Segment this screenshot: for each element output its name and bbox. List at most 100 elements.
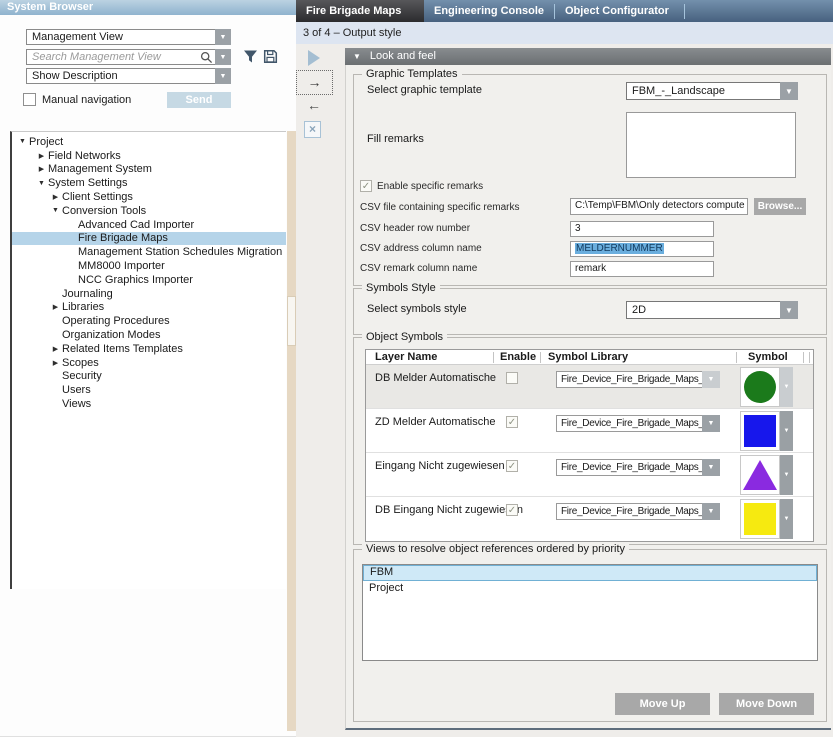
- enable-checkbox[interactable]: ✓: [506, 460, 518, 472]
- browse-button[interactable]: Browse...: [754, 198, 806, 215]
- back-arrow-button[interactable]: ←: [307, 97, 321, 113]
- tree-expander-icon[interactable]: ▶: [49, 359, 62, 367]
- move-up-button[interactable]: Move Up: [615, 693, 710, 715]
- tree-item[interactable]: ▼Project: [12, 135, 286, 149]
- send-button[interactable]: Send: [167, 92, 231, 108]
- chevron-down-icon[interactable]: ▼: [702, 459, 720, 476]
- csv-address-input[interactable]: MELDERNUMMER: [570, 241, 714, 257]
- table-row[interactable]: DB Melder Automatische Fire_Device_Fire_…: [366, 365, 813, 409]
- tree-expander-icon[interactable]: ▶: [49, 345, 62, 353]
- tree-expander-icon[interactable]: ▶: [49, 193, 62, 201]
- chevron-down-icon[interactable]: ▼: [780, 301, 798, 319]
- tree-expander-icon[interactable]: ▶: [49, 303, 62, 311]
- enable-checkbox[interactable]: ✓: [506, 416, 518, 428]
- symbol-library-dropdown[interactable]: Fire_Device_Fire_Brigade_Maps_HQ_1 ▼: [556, 371, 720, 388]
- chevron-down-icon[interactable]: ▼: [780, 82, 798, 100]
- filter-icon[interactable]: [243, 49, 259, 65]
- show-description-dropdown[interactable]: Show Description ▼: [26, 68, 231, 84]
- list-item[interactable]: Project: [363, 581, 817, 597]
- symbol-library-dropdown[interactable]: Fire_Device_Fire_Brigade_Maps_HQ_1 ▼: [556, 503, 720, 520]
- tree-item[interactable]: ▶Related Items Templates: [12, 342, 286, 356]
- tree-item[interactable]: ▶Management System: [12, 163, 286, 177]
- close-button[interactable]: ×: [304, 121, 321, 138]
- management-view-dropdown[interactable]: Management View ▼: [26, 29, 231, 45]
- symbol-picker[interactable]: ▼: [740, 455, 793, 495]
- tree-item[interactable]: ▼Conversion Tools: [12, 204, 286, 218]
- tree-item[interactable]: NCC Graphics Importer: [12, 273, 286, 287]
- scrollbar-thumb[interactable]: [287, 296, 296, 346]
- play-arrow-icon[interactable]: [308, 50, 320, 66]
- enable-checkbox[interactable]: ✓: [506, 504, 518, 516]
- csv-remark-input[interactable]: remark: [570, 261, 714, 277]
- section-body: Graphic Templates Select graphic templat…: [345, 65, 831, 730]
- graphic-template-dropdown[interactable]: FBM_-_Landscape ▼: [626, 82, 798, 100]
- tree-item[interactable]: Security: [12, 370, 286, 384]
- tree-scrollbar[interactable]: [287, 131, 296, 731]
- tree-item[interactable]: Organization Modes: [12, 328, 286, 342]
- tree-item[interactable]: Views: [12, 397, 286, 411]
- tree-item[interactable]: MM8000 Importer: [12, 259, 286, 273]
- list-item-selected[interactable]: FBM: [363, 565, 817, 581]
- search-box[interactable]: Search Management View ▼: [26, 49, 231, 65]
- object-symbols-table: Layer Name Enable Symbol Library Symbol …: [365, 349, 814, 542]
- fill-remarks-textarea[interactable]: [626, 112, 796, 178]
- symbol-picker[interactable]: ▼: [740, 499, 793, 539]
- tree-item[interactable]: ▶Libraries: [12, 301, 286, 315]
- tree-item[interactable]: ▶Field Networks: [12, 149, 286, 163]
- symbol-preview: [740, 455, 780, 495]
- tree-expander-icon[interactable]: ▶: [35, 165, 48, 173]
- selected-text: MELDERNUMMER: [575, 243, 664, 254]
- symbol-library-value: Fire_Device_Fire_Brigade_Maps_HQ_1: [556, 415, 702, 432]
- chevron-down-icon[interactable]: ▼: [215, 29, 231, 45]
- tab-engineering-console[interactable]: Engineering Console: [424, 0, 554, 22]
- save-icon[interactable]: [263, 49, 279, 65]
- chevron-down-icon[interactable]: ▼: [780, 499, 793, 539]
- symbols-style-label: Select symbols style: [367, 303, 467, 315]
- tree-expander-icon[interactable]: ▼: [16, 138, 29, 145]
- move-down-button[interactable]: Move Down: [719, 693, 814, 715]
- symbol-library-dropdown[interactable]: Fire_Device_Fire_Brigade_Maps_HQ_1 ▼: [556, 415, 720, 432]
- manual-navigation-checkbox[interactable]: [23, 93, 36, 106]
- management-view-value: Management View: [26, 29, 215, 45]
- table-row[interactable]: DB Eingang Nicht zugewiesen ✓ Fire_Devic…: [366, 497, 813, 541]
- tab-object-configurator[interactable]: Object Configurator: [555, 0, 684, 22]
- csv-header-input[interactable]: 3: [570, 221, 714, 237]
- forward-arrow-button[interactable]: →: [296, 70, 333, 95]
- tree-item-selected[interactable]: Fire Brigade Maps: [12, 232, 286, 246]
- tree-item[interactable]: Advanced Cad Importer: [12, 218, 286, 232]
- chevron-down-icon[interactable]: ▼: [780, 367, 793, 407]
- views-listbox[interactable]: FBM Project: [362, 564, 818, 661]
- tree-item[interactable]: ▶Scopes: [12, 356, 286, 370]
- enable-checkbox[interactable]: [506, 372, 518, 384]
- csv-file-input[interactable]: C:\Temp\FBM\Only detectors compute min a…: [570, 198, 748, 215]
- chevron-down-icon[interactable]: ▼: [702, 503, 720, 520]
- collapse-icon[interactable]: ▼: [353, 52, 361, 61]
- tree-item[interactable]: Management Station Schedules Migration: [12, 245, 286, 259]
- symbol-picker[interactable]: ▼: [740, 411, 793, 451]
- tree-item[interactable]: ▶Client Settings: [12, 190, 286, 204]
- chevron-down-icon[interactable]: ▼: [215, 68, 231, 84]
- chevron-down-icon[interactable]: ▼: [780, 411, 793, 451]
- table-row[interactable]: ZD Melder Automatische ✓ Fire_Device_Fir…: [366, 409, 813, 453]
- chevron-down-icon[interactable]: ▼: [215, 49, 231, 65]
- tab-fire-brigade-maps[interactable]: Fire Brigade Maps: [296, 0, 424, 22]
- chevron-down-icon[interactable]: ▼: [702, 415, 720, 432]
- tree-item[interactable]: Journaling: [12, 287, 286, 301]
- tree-expander-icon[interactable]: ▼: [49, 207, 62, 214]
- tree-expander-icon[interactable]: ▼: [35, 180, 48, 187]
- search-input[interactable]: Search Management View: [26, 49, 215, 65]
- tree-item[interactable]: Operating Procedures: [12, 314, 286, 328]
- tree-expander-icon[interactable]: ▶: [35, 152, 48, 160]
- enable-remarks-checkbox[interactable]: ✓: [360, 180, 372, 192]
- symbols-style-dropdown[interactable]: 2D ▼: [626, 301, 798, 319]
- table-row[interactable]: Eingang Nicht zugewiesen ✓ Fire_Device_F…: [366, 453, 813, 497]
- col-symbol: Symbol: [748, 351, 788, 363]
- tree-item[interactable]: Users: [12, 383, 286, 397]
- section-header-bar[interactable]: ▼Look and feel: [345, 48, 831, 65]
- symbol-preview: [740, 411, 780, 451]
- chevron-down-icon[interactable]: ▼: [702, 371, 720, 388]
- symbol-picker[interactable]: ▼: [740, 367, 793, 407]
- chevron-down-icon[interactable]: ▼: [780, 455, 793, 495]
- tree-item[interactable]: ▼System Settings: [12, 176, 286, 190]
- symbol-library-dropdown[interactable]: Fire_Device_Fire_Brigade_Maps_HQ_1 ▼: [556, 459, 720, 476]
